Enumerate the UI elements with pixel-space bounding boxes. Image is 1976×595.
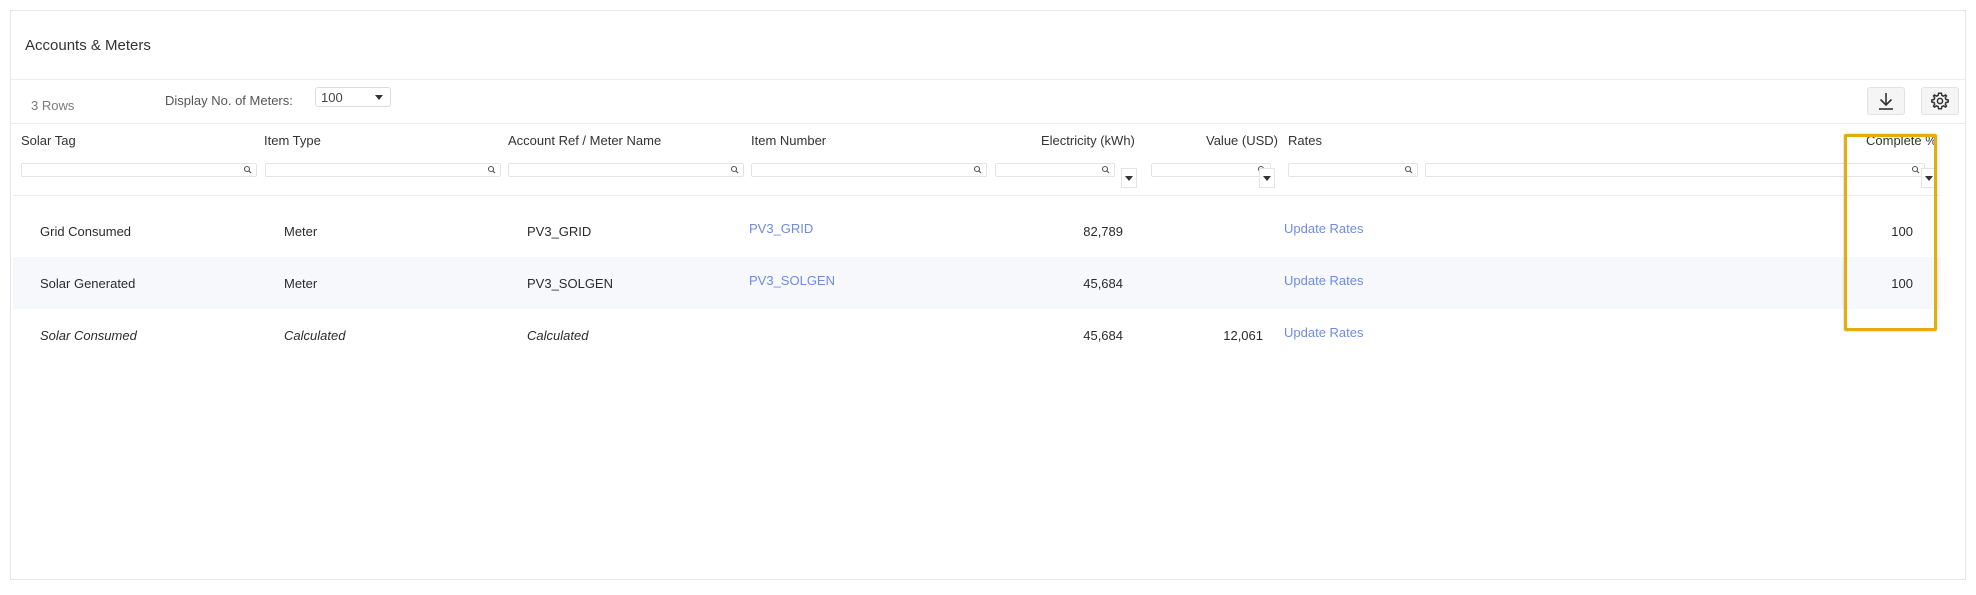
item-number-link[interactable]: PV3_SOLGEN (749, 273, 835, 288)
cell-electricity: 45,684 (1083, 328, 1123, 343)
display-meters-label: Display No. of Meters: (165, 93, 293, 108)
complete-column-highlight (1844, 134, 1937, 331)
col-header-item-number[interactable]: Item Number (751, 133, 826, 148)
update-rates-link[interactable]: Update Rates (1284, 273, 1364, 288)
display-meters-value: 100 (321, 90, 343, 105)
cell-item-type: Meter (284, 276, 318, 291)
filter-account-ref[interactable] (508, 163, 744, 177)
search-icon (730, 165, 739, 174)
accounts-meters-panel: Accounts & Meters 3 Rows Display No. of … (10, 10, 1966, 580)
col-header-value[interactable]: Value (USD) (1206, 133, 1278, 148)
chevron-down-icon (375, 95, 383, 100)
update-rates-link[interactable]: Update Rates (1284, 221, 1364, 236)
download-icon (1879, 93, 1893, 110)
cell-solar-tag: Solar Consumed (40, 328, 137, 343)
filter-electricity-dropdown[interactable] (1121, 168, 1137, 188)
item-number-link[interactable]: PV3_GRID (749, 221, 813, 236)
cell-item-type: Calculated (284, 328, 346, 343)
col-header-item-type[interactable]: Item Type (264, 133, 321, 148)
cell-electricity: 82,789 (1083, 224, 1123, 239)
display-meters-select[interactable]: 100 (315, 87, 391, 107)
settings-button[interactable] (1921, 87, 1959, 115)
filter-rates[interactable] (1288, 163, 1418, 177)
filter-item-number[interactable] (751, 163, 987, 177)
cell-account-ref: PV3_SOLGEN (527, 276, 613, 291)
gear-icon (1931, 92, 1949, 110)
filter-solar-tag[interactable] (21, 163, 257, 177)
table-row[interactable]: Grid Consumed Meter PV3_GRID PV3_GRID 82… (13, 205, 1941, 257)
filter-value[interactable] (1151, 163, 1271, 177)
cell-solar-tag: Solar Generated (40, 276, 136, 291)
cell-account-ref: PV3_GRID (527, 224, 592, 239)
panel-title: Accounts & Meters (25, 37, 151, 54)
update-rates-link[interactable]: Update Rates (1284, 325, 1364, 340)
cell-solar-tag: Grid Consumed (40, 224, 132, 239)
search-icon (1404, 165, 1413, 174)
table-row[interactable]: Solar Consumed Calculated Calculated 45,… (13, 309, 1941, 361)
filter-item-type[interactable] (265, 163, 501, 177)
search-icon (487, 165, 496, 174)
search-icon (243, 165, 252, 174)
col-header-solar-tag[interactable]: Solar Tag (21, 133, 76, 148)
cell-account-ref: Calculated (527, 328, 589, 343)
search-icon (973, 165, 982, 174)
filter-electricity[interactable] (995, 163, 1115, 177)
chevron-down-icon (1263, 176, 1271, 181)
cell-electricity: 45,684 (1083, 276, 1123, 291)
cell-item-type: Meter (284, 224, 318, 239)
divider (11, 123, 1965, 124)
divider (11, 79, 1965, 80)
cell-value: 12,061 (1223, 328, 1263, 343)
col-header-rates[interactable]: Rates (1288, 133, 1322, 148)
col-header-electricity[interactable]: Electricity (kWh) (1041, 133, 1135, 148)
col-header-account-ref[interactable]: Account Ref / Meter Name (508, 133, 661, 148)
row-count: 3 Rows (31, 98, 75, 113)
filter-value-dropdown[interactable] (1259, 168, 1275, 188)
download-button[interactable] (1867, 87, 1905, 115)
chevron-down-icon (1125, 176, 1133, 181)
search-icon (1101, 165, 1110, 174)
divider (13, 195, 1941, 196)
table-row[interactable]: Solar Generated Meter PV3_SOLGEN PV3_SOL… (13, 257, 1941, 309)
